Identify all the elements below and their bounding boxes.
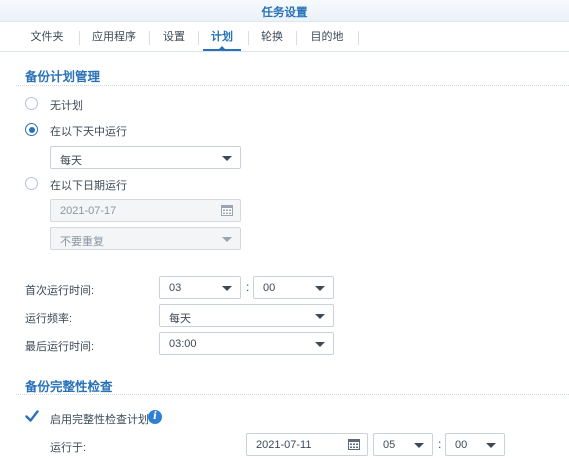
integrity-minute-value: 00 — [455, 439, 468, 451]
frequency-value: 每天 — [169, 313, 191, 325]
last-run-label: 最后运行时间: — [25, 341, 95, 353]
first-run-hour-select[interactable]: 03 — [159, 276, 241, 299]
run-date-value: 2021-07-17 — [60, 205, 117, 217]
no-schedule-radio[interactable] — [25, 97, 38, 110]
window-title: 任务设置 — [261, 7, 308, 19]
chevron-down-icon — [222, 237, 232, 242]
chevron-down-icon — [315, 314, 325, 319]
chevron-down-icon — [414, 443, 424, 448]
last-run-select[interactable]: 03:00 — [159, 332, 334, 355]
repeat-select: 不要重复 — [50, 227, 241, 250]
section-divider — [16, 85, 569, 86]
time-separator: : — [438, 437, 442, 451]
chevron-down-icon — [222, 286, 232, 291]
integrity-hour-value: 05 — [383, 439, 396, 451]
first-run-hour-value: 03 — [169, 282, 182, 294]
first-run-label: 首次运行时间: — [25, 285, 95, 297]
tab-bar: 文件夹 应用程序 设置 计划 轮换 目的地 — [0, 22, 569, 52]
last-run-value: 03:00 — [169, 338, 197, 350]
time-separator: : — [246, 280, 250, 294]
section-divider — [16, 394, 569, 395]
integrity-date-field[interactable]: 2021-07-11 — [246, 433, 368, 456]
info-icon[interactable]: i — [148, 410, 162, 424]
frequency-select[interactable]: 每天 — [159, 304, 334, 327]
window-titlebar: 任务设置 — [0, 0, 569, 22]
tab-separator — [149, 31, 150, 45]
chevron-down-icon — [315, 286, 325, 291]
chevron-down-icon — [486, 443, 496, 448]
schedule-section-title: 备份计划管理 — [25, 70, 101, 84]
days-select-value: 每天 — [60, 155, 82, 167]
run-on-days-label: 在以下天中运行 — [50, 126, 127, 138]
chevron-down-icon — [315, 342, 325, 347]
run-on-days-radio[interactable] — [25, 123, 38, 136]
tab-schedule[interactable]: 计划 — [205, 30, 239, 46]
tab-separator — [248, 31, 249, 45]
first-run-minute-select[interactable]: 00 — [253, 276, 334, 299]
chevron-down-icon — [222, 156, 232, 161]
enable-integrity-checkbox[interactable] — [25, 409, 39, 423]
days-select[interactable]: 每天 — [50, 146, 241, 169]
tab-destination[interactable]: 目的地 — [303, 30, 351, 46]
integrity-minute-select[interactable]: 00 — [445, 433, 505, 456]
frequency-label: 运行频率: — [25, 313, 73, 325]
run-date-field: 2021-07-17 — [50, 199, 241, 222]
enable-integrity-label: 启用完整性检查计划 — [50, 414, 149, 426]
integrity-section-title: 备份完整性检查 — [25, 380, 113, 394]
tab-separator — [79, 31, 80, 45]
first-run-minute-value: 00 — [263, 282, 276, 294]
run-on-date-radio[interactable] — [25, 177, 38, 190]
tab-separator — [296, 31, 297, 45]
integrity-hour-select[interactable]: 05 — [373, 433, 433, 456]
calendar-icon[interactable] — [348, 439, 360, 450]
run-on-date-label: 在以下日期运行 — [50, 180, 127, 192]
tab-applications[interactable]: 应用程序 — [86, 30, 142, 46]
tab-settings[interactable]: 设置 — [157, 30, 191, 46]
tab-rotation[interactable]: 轮换 — [255, 30, 289, 46]
run-at-label: 运行于: — [50, 442, 87, 454]
no-schedule-label: 无计划 — [50, 100, 83, 112]
tab-separator — [358, 31, 359, 45]
tab-folders[interactable]: 文件夹 — [22, 30, 72, 46]
integrity-date-value: 2021-07-11 — [256, 439, 312, 451]
calendar-icon — [221, 205, 233, 216]
repeat-select-value: 不要重复 — [60, 236, 104, 248]
tab-separator — [198, 31, 199, 45]
active-tab-caret-icon — [218, 46, 226, 50]
